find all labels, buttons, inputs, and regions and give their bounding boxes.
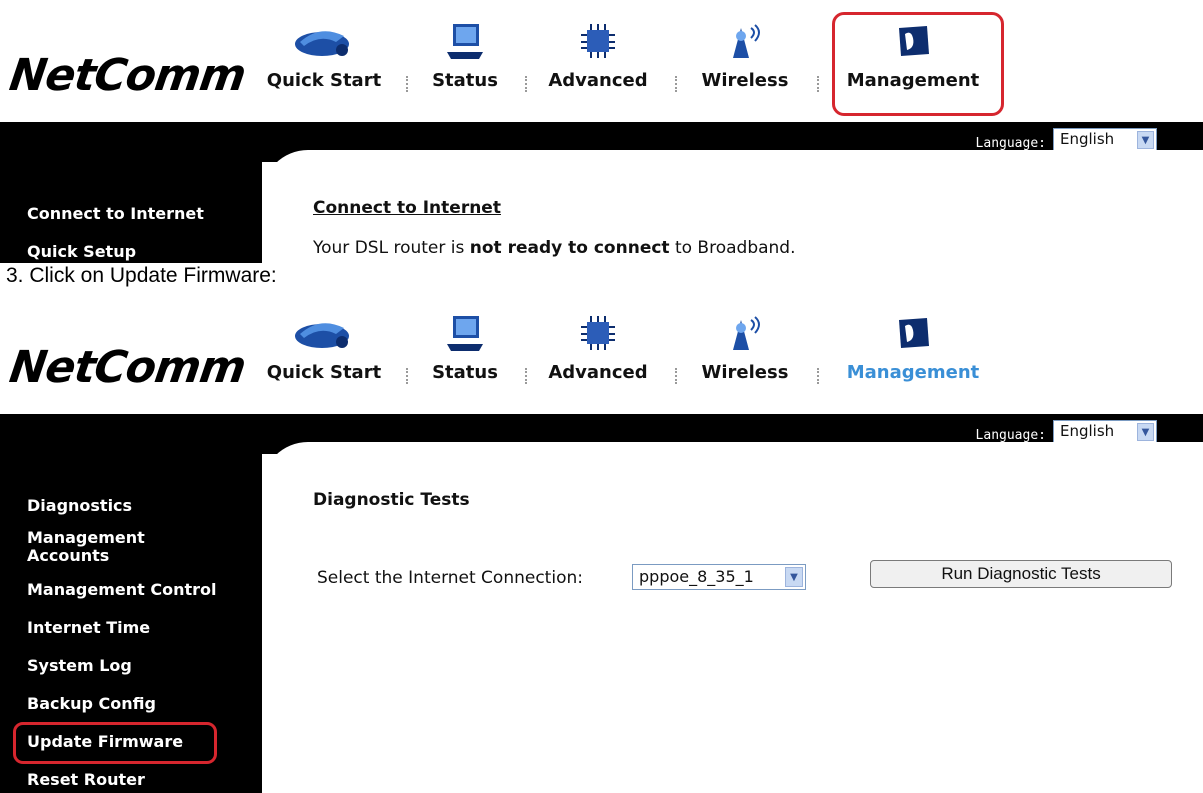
instruction-step: 3. Click on Update Firmware: <box>6 264 277 287</box>
chevron-down-icon: ▼ <box>1137 423 1154 441</box>
sidebar-item-system-log[interactable]: System Log <box>27 657 132 675</box>
nav-quick-start[interactable]: Quick Start <box>262 314 386 394</box>
screenshot-connect-to-internet: NetComm Quick Start Status Advanced Wire… <box>0 0 1203 263</box>
chevron-down-icon: ▼ <box>785 567 803 587</box>
management-highlight-box <box>832 12 1004 116</box>
quick-start-icon <box>295 323 349 348</box>
netcomm-logo: NetComm <box>6 50 249 101</box>
sidebar-item-quick-setup[interactable]: Quick Setup <box>27 243 136 261</box>
nav-wireless[interactable]: Wireless <box>696 22 794 102</box>
connection-status-text: Your DSL router is not ready to connect … <box>313 238 796 258</box>
nav-separator <box>675 368 678 384</box>
sidebar-item-management-control[interactable]: Management Control <box>27 581 216 599</box>
internet-connection-select[interactable]: pppoe_8_35_1 ▼ <box>632 564 806 590</box>
management-icon <box>899 318 929 348</box>
sidebar-item-reset-router[interactable]: Reset Router <box>27 771 145 789</box>
nav-separator <box>525 368 528 384</box>
update-firmware-highlight-box <box>13 722 217 764</box>
nav-advanced[interactable]: Advanced <box>544 22 652 102</box>
sidebar: Connect to Internet Quick Setup <box>0 162 262 263</box>
sidebar-item-backup-config[interactable]: Backup Config <box>27 695 156 713</box>
language-label: Language: <box>975 428 1046 443</box>
advanced-chip-icon <box>581 316 615 350</box>
nav-management[interactable]: Management <box>842 314 984 394</box>
nav-separator <box>817 368 820 384</box>
header: NetComm Quick Start Status Advanced Wire… <box>0 0 1203 122</box>
nav-status[interactable]: Status <box>428 22 502 102</box>
nav-separator <box>406 76 409 92</box>
nav-status[interactable]: Status <box>428 314 502 394</box>
status-laptop-icon <box>447 316 483 351</box>
page-title: Diagnostic Tests <box>313 490 470 510</box>
netcomm-logo: NetComm <box>6 342 249 393</box>
wireless-antenna-icon <box>733 24 760 58</box>
nav-quick-start[interactable]: Quick Start <box>262 22 386 102</box>
language-select[interactable]: English ▼ <box>1053 420 1157 444</box>
page-title-link[interactable]: Connect to Internet <box>313 198 501 218</box>
nav-separator <box>675 76 678 92</box>
sidebar-item-internet-time[interactable]: Internet Time <box>27 619 150 637</box>
status-laptop-icon <box>447 24 483 59</box>
sidebar-item-management-accounts[interactable]: Management Accounts <box>27 529 145 565</box>
nav-wireless[interactable]: Wireless <box>696 314 794 394</box>
nav-separator <box>525 76 528 92</box>
chevron-down-icon: ▼ <box>1137 131 1154 149</box>
nav-separator <box>406 368 409 384</box>
sidebar-item-connect-to-internet[interactable]: Connect to Internet <box>27 205 204 223</box>
header: NetComm Quick Start Status Advanced Wire… <box>0 292 1203 414</box>
language-select[interactable]: English ▼ <box>1053 128 1157 152</box>
sidebar-item-diagnostics[interactable]: Diagnostics <box>27 497 132 515</box>
nav-advanced[interactable]: Advanced <box>544 314 652 394</box>
screenshot-diagnostics: NetComm Quick Start Status Advanced Wire… <box>0 292 1203 793</box>
connection-select-label: Select the Internet Connection: <box>317 568 583 588</box>
nav-separator <box>817 76 820 92</box>
run-diagnostic-tests-button[interactable]: Run Diagnostic Tests <box>870 560 1172 588</box>
language-label: Language: <box>975 136 1046 151</box>
quick-start-icon <box>295 31 349 56</box>
advanced-chip-icon <box>581 24 615 58</box>
wireless-antenna-icon <box>733 316 760 350</box>
